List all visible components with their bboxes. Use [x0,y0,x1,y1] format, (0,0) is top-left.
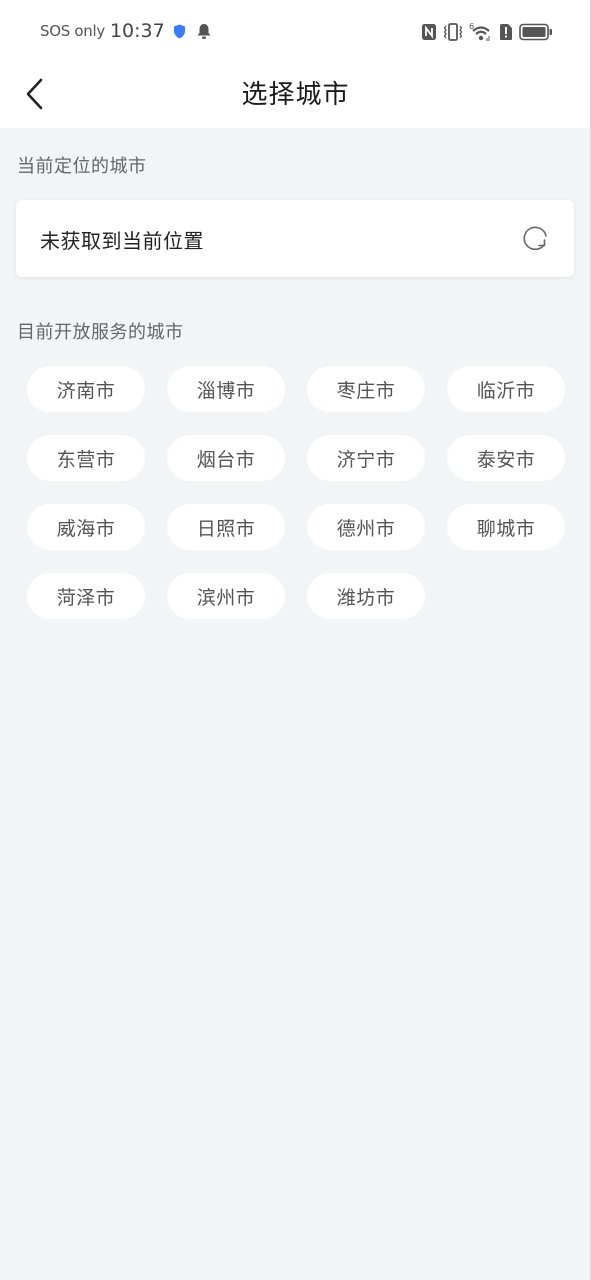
city-chip[interactable]: 东营市 [27,435,145,481]
city-chip[interactable]: 泰安市 [447,435,565,481]
city-grid: 济南市 淄博市 枣庄市 临沂市 东营市 烟台市 济宁市 泰安市 威海市 日照市 … [27,366,567,619]
city-chip[interactable]: 聊城市 [447,504,565,550]
nfc-icon [422,24,436,40]
current-location-label: 当前定位的城市 [17,156,147,177]
city-chip[interactable]: 济宁市 [307,435,425,481]
carrier-text: SOS only [40,22,105,40]
alert-sim-icon [500,24,512,40]
location-status-text: 未获取到当前位置 [40,229,204,253]
city-chip[interactable]: 临沂市 [447,366,565,412]
battery-icon [519,23,552,41]
current-location-card[interactable]: 未获取到当前位置 [16,200,574,277]
city-chip[interactable]: 淄博市 [167,366,285,412]
refresh-icon[interactable] [522,225,550,253]
status-bar-right: 6 [421,22,553,42]
wifi-icon: 6 [469,22,490,41]
shield-icon [173,24,185,38]
city-chip[interactable]: 潍坊市 [307,573,425,619]
city-chip[interactable]: 烟台市 [167,435,285,481]
header-bar: 选择城市 [0,64,591,128]
bell-icon [197,23,211,39]
clock-time: 10:37 [109,20,165,42]
page-title: 选择城市 [241,80,350,110]
city-chip[interactable]: 滨州市 [167,573,285,619]
city-chip[interactable]: 德州市 [307,504,425,550]
city-chip[interactable]: 威海市 [27,504,145,550]
city-chip[interactable]: 日照市 [167,504,285,550]
status-bar: SOS only 10:37 6 [0,0,591,64]
page: SOS only 10:37 6 选择城市 当前定位的城市 未获取到当前位置 目… [0,0,591,1280]
vibrate-icon [443,23,463,41]
city-chip[interactable]: 菏泽市 [27,573,145,619]
city-chip[interactable]: 济南市 [27,366,145,412]
city-chip[interactable]: 枣庄市 [307,366,425,412]
service-cities-label: 目前开放服务的城市 [17,322,184,343]
status-bar-left: SOS only 10:37 [40,20,212,42]
